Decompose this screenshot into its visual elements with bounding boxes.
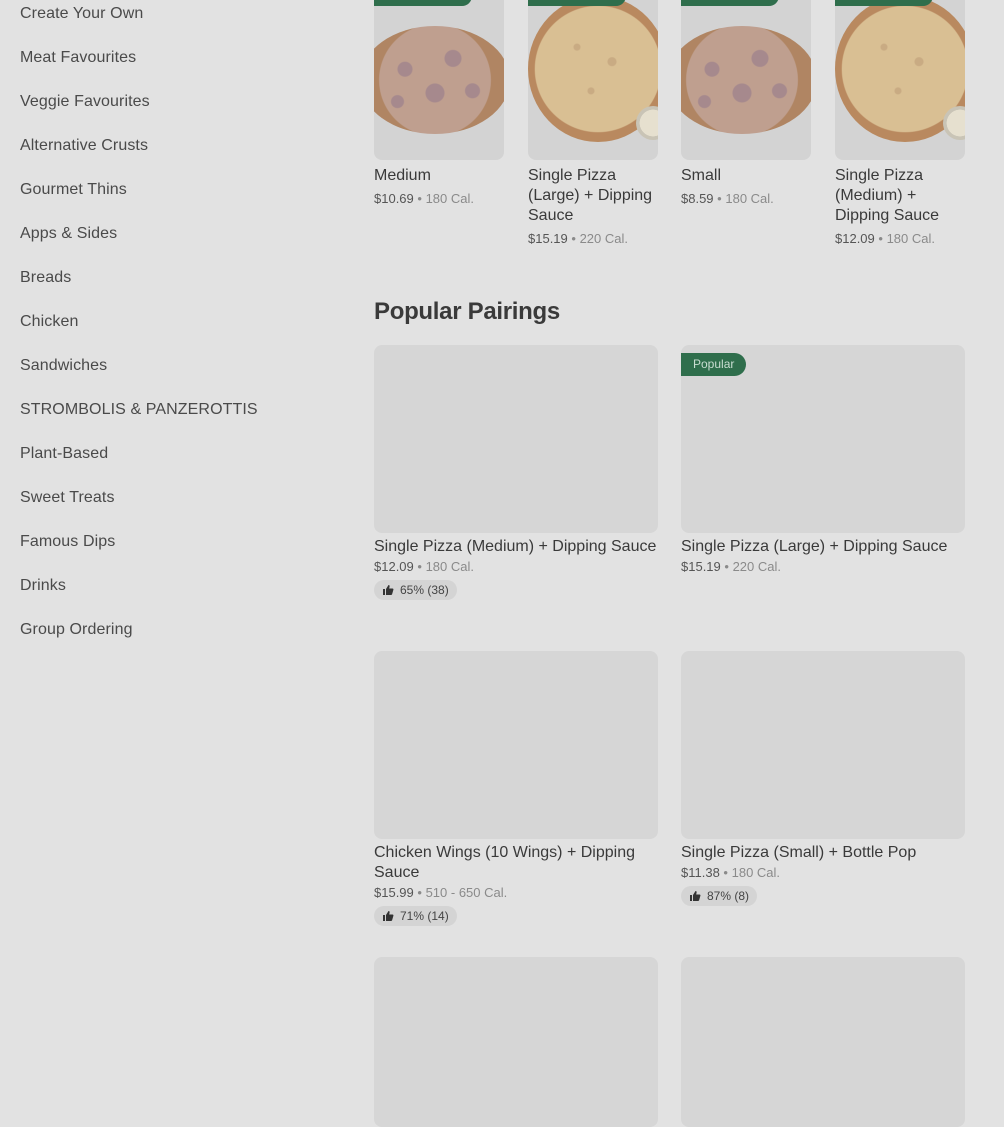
item-image-placeholder bbox=[681, 651, 965, 839]
pizza-image bbox=[528, 0, 658, 160]
item-price-line: $10.69 • 180 Cal. bbox=[374, 191, 474, 206]
sidebar-item-gourmet-thins[interactable]: Gourmet Thins bbox=[20, 181, 127, 199]
item-price: $8.59 bbox=[681, 191, 714, 206]
item-price-line: $8.59 • 180 Cal. bbox=[681, 191, 774, 206]
item-image-placeholder bbox=[681, 957, 965, 1127]
item-calories: 510 - 650 Cal. bbox=[425, 885, 508, 900]
separator-dot: • bbox=[417, 885, 422, 900]
item-price-line: $15.19 • 220 Cal. bbox=[528, 231, 628, 246]
item-name: Medium bbox=[374, 167, 431, 184]
sidebar-item-veggie-favourites[interactable]: Veggie Favourites bbox=[20, 93, 150, 111]
sidebar-item-alternative-crusts[interactable]: Alternative Crusts bbox=[20, 137, 148, 155]
item-price: $10.69 bbox=[374, 191, 414, 206]
rating-badge: 65% (38) bbox=[374, 580, 457, 600]
item-price-line: $12.09 • 180 Cal. bbox=[835, 231, 935, 246]
pairing-card[interactable] bbox=[681, 957, 965, 1127]
sidebar-item-meat-favourites[interactable]: Meat Favourites bbox=[20, 49, 136, 67]
separator-dot: • bbox=[723, 865, 728, 880]
sidebar-item-strombolis-panzerottis[interactable]: STROMBOLIS & PANZEROTTIS bbox=[20, 401, 258, 419]
pairing-card[interactable]: Single Pizza (Medium) + Dipping Sauce $1… bbox=[374, 345, 658, 601]
item-name: Single Pizza (Large) + Dipping Sauce bbox=[681, 538, 948, 555]
item-price: $15.99 bbox=[374, 885, 414, 900]
separator-dot: • bbox=[878, 231, 883, 246]
item-name: Small bbox=[681, 167, 722, 184]
sidebar-item-sandwiches[interactable]: Sandwiches bbox=[20, 357, 107, 375]
rating-text: 87% (8) bbox=[707, 889, 750, 903]
thumbs-up-icon bbox=[383, 585, 394, 595]
pizza-image bbox=[681, 0, 811, 160]
item-badge bbox=[374, 0, 472, 6]
separator-dot: • bbox=[417, 559, 422, 574]
dipping-sauce-image bbox=[943, 106, 965, 140]
item-name: Chicken Wings (10 Wings) + Dipping Sauce bbox=[374, 844, 635, 881]
sidebar-item-group-ordering[interactable]: Group Ordering bbox=[20, 621, 133, 639]
separator-dot: • bbox=[417, 191, 422, 206]
item-badge bbox=[681, 0, 779, 6]
section-title: Popular Pairings bbox=[374, 298, 560, 325]
item-name: Single Pizza (Large) + Dipping Sauce bbox=[528, 167, 653, 224]
item-image-placeholder bbox=[374, 345, 658, 533]
menu-content: Medium $10.69 • 180 Cal. Single Pizza (L… bbox=[374, 0, 1004, 1127]
pizza-image bbox=[835, 0, 965, 160]
separator-dot: • bbox=[717, 191, 722, 206]
pairing-card[interactable]: Chicken Wings (10 Wings) + Dipping Sauce… bbox=[374, 651, 658, 927]
item-price: $11.38 bbox=[681, 865, 720, 880]
ham-pizza-image bbox=[374, 26, 504, 134]
popular-badge: Popular bbox=[681, 353, 747, 376]
item-calories: 180 Cal. bbox=[425, 191, 474, 206]
ham-pizza-image bbox=[681, 26, 811, 134]
pairing-card[interactable] bbox=[374, 957, 658, 1127]
item-image-placeholder bbox=[374, 651, 658, 839]
separator-dot: • bbox=[724, 559, 729, 574]
sidebar-item-sweet-treats[interactable]: Sweet Treats bbox=[20, 489, 115, 507]
item-price-line: $15.99 • 510 - 650 Cal. bbox=[374, 885, 658, 900]
thumbs-up-icon bbox=[690, 891, 701, 901]
item-calories: 220 Cal. bbox=[579, 231, 628, 246]
sidebar-item-breads[interactable]: Breads bbox=[20, 269, 71, 287]
item-price-line: $12.09 • 180 Cal. bbox=[374, 559, 658, 574]
item-badge bbox=[528, 0, 626, 6]
item-calories: 180 Cal. bbox=[731, 865, 781, 880]
rating-badge: 71% (14) bbox=[374, 906, 457, 926]
rating-badge: 87% (8) bbox=[681, 886, 758, 906]
item-name: Single Pizza (Medium) + Dipping Sauce bbox=[374, 538, 657, 555]
sidebar-item-plant-based[interactable]: Plant-Based bbox=[20, 445, 108, 463]
separator-dot: • bbox=[571, 231, 576, 246]
item-name: Single Pizza (Medium) + Dipping Sauce bbox=[835, 167, 940, 224]
item-badge bbox=[835, 0, 933, 6]
item-calories: 180 Cal. bbox=[725, 191, 774, 206]
item-name: Single Pizza (Small) + Bottle Pop bbox=[681, 844, 917, 861]
sidebar-item-create-your-own[interactable]: Create Your Own bbox=[20, 5, 143, 23]
sidebar-item-drinks[interactable]: Drinks bbox=[20, 577, 66, 595]
item-price: $12.09 bbox=[374, 559, 414, 574]
item-calories: 180 Cal. bbox=[886, 231, 935, 246]
rating-text: 71% (14) bbox=[400, 909, 449, 923]
item-price-line: $11.38 • 180 Cal. bbox=[681, 865, 965, 880]
item-price: $15.19 bbox=[528, 231, 568, 246]
pairing-card[interactable]: Single Pizza (Small) + Bottle Pop $11.38… bbox=[681, 651, 965, 907]
sidebar-item-apps-sides[interactable]: Apps & Sides bbox=[20, 225, 117, 243]
item-image-placeholder bbox=[374, 957, 658, 1127]
pizza-image bbox=[374, 0, 504, 160]
item-price: $15.19 bbox=[681, 559, 721, 574]
dipping-sauce-image bbox=[636, 106, 658, 140]
item-price: $12.09 bbox=[835, 231, 875, 246]
item-calories: 220 Cal. bbox=[732, 559, 781, 574]
item-price-line: $15.19 • 220 Cal. bbox=[681, 559, 965, 574]
sidebar-item-chicken[interactable]: Chicken bbox=[20, 313, 79, 331]
rating-text: 65% (38) bbox=[400, 583, 449, 597]
sidebar-item-famous-dips[interactable]: Famous Dips bbox=[20, 533, 115, 551]
thumbs-up-icon bbox=[383, 911, 394, 921]
pairing-card[interactable]: Popular Single Pizza (Large) + Dipping S… bbox=[681, 345, 965, 574]
item-calories: 180 Cal. bbox=[425, 559, 474, 574]
